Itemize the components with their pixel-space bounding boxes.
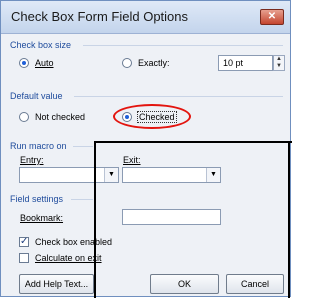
overlay-line-vertical-right: [288, 141, 290, 298]
check-box-size-heading: Check box size: [10, 40, 72, 50]
title-bar: Check Box Form Field Options ✕: [1, 1, 290, 34]
divider: [71, 199, 93, 200]
overlay-line-horizontal-top: [94, 141, 292, 143]
entry-dropdown[interactable]: ▼: [19, 167, 119, 183]
annotation-highlight-oval: [113, 104, 191, 129]
close-button[interactable]: ✕: [260, 9, 284, 25]
exactly-label: Exactly:: [138, 58, 170, 68]
add-help-text-button[interactable]: Add Help Text...: [19, 274, 94, 294]
calculate-on-exit-label: Calculate on exit: [35, 253, 102, 263]
divider: [74, 96, 283, 97]
chevron-down-icon[interactable]: ▼: [104, 168, 118, 182]
exactly-radio[interactable]: [122, 58, 132, 68]
check-box-enabled-label: Check box enabled: [35, 237, 113, 247]
divider: [83, 45, 283, 46]
default-value-heading: Default value: [10, 91, 63, 101]
auto-label: Auto: [35, 58, 54, 68]
exit-label: Exit:: [123, 155, 141, 165]
entry-label: Entry:: [20, 155, 44, 165]
auto-radio[interactable]: [19, 58, 29, 68]
size-input[interactable]: 10 pt: [218, 55, 273, 71]
spin-down-icon[interactable]: ▼: [274, 63, 284, 70]
spin-up-icon[interactable]: ▲: [274, 56, 284, 63]
dialog-window: Check Box Form Field Options ✕ Check box…: [0, 0, 292, 298]
ok-button[interactable]: OK: [150, 274, 219, 294]
check-box-enabled-checkbox[interactable]: [19, 236, 29, 247]
field-settings-heading: Field settings: [10, 194, 64, 204]
overlay-line-vertical-left: [94, 141, 96, 298]
cancel-button[interactable]: Cancel: [226, 274, 284, 294]
dialog-title: Check Box Form Field Options: [11, 9, 189, 24]
not-checked-radio[interactable]: [19, 112, 29, 122]
run-macro-heading: Run macro on: [10, 141, 67, 151]
size-spinner[interactable]: ▲ ▼: [273, 55, 285, 71]
bookmark-input[interactable]: [122, 209, 221, 225]
calculate-on-exit-checkbox[interactable]: [19, 253, 29, 263]
not-checked-label: Not checked: [35, 112, 86, 122]
divider: [73, 146, 93, 147]
chevron-down-icon[interactable]: ▼: [206, 168, 220, 182]
exit-dropdown[interactable]: ▼: [122, 167, 221, 183]
bookmark-label: Bookmark:: [20, 213, 64, 223]
